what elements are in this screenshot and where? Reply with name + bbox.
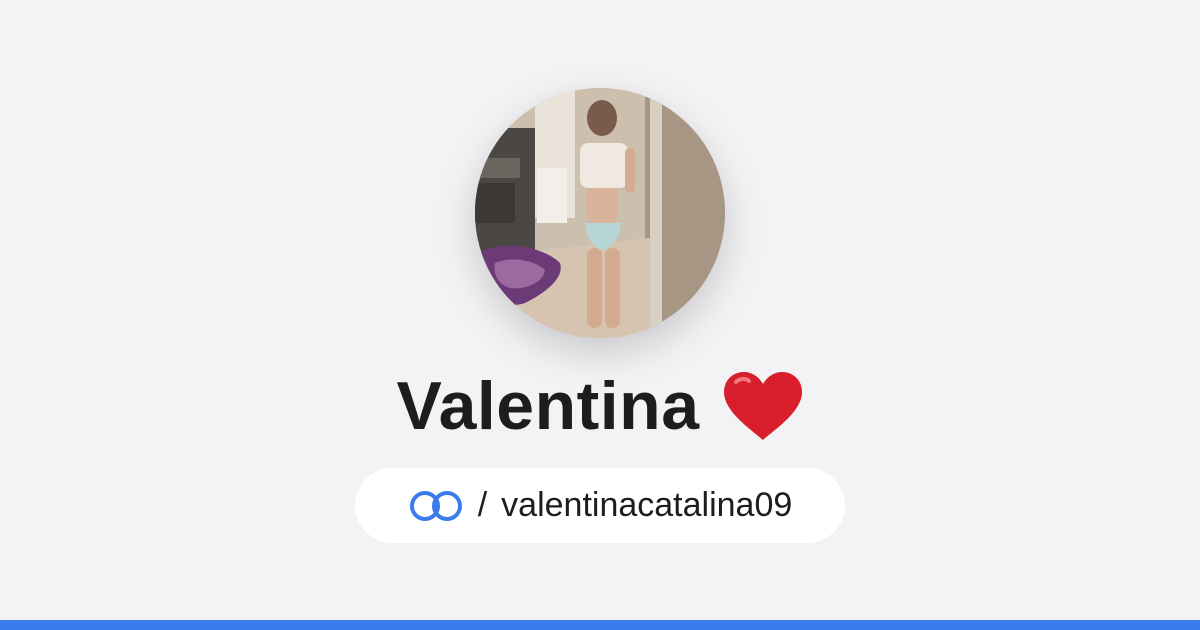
link-rings-icon	[408, 489, 464, 523]
profile-username: valentinacatalina09	[501, 486, 793, 524]
profile-name: Valentina	[396, 368, 700, 444]
avatar-photo	[475, 88, 725, 338]
avatar	[475, 88, 725, 338]
profile-link-pill[interactable]: / valentinacatalina09	[355, 468, 845, 543]
profile-card: Valentina / valentinacatalina09	[0, 0, 1200, 620]
profile-name-row: Valentina	[0, 360, 1200, 452]
accent-bottom-bar	[0, 620, 1200, 630]
handle-separator: /	[477, 486, 488, 524]
heart-icon	[722, 370, 804, 442]
